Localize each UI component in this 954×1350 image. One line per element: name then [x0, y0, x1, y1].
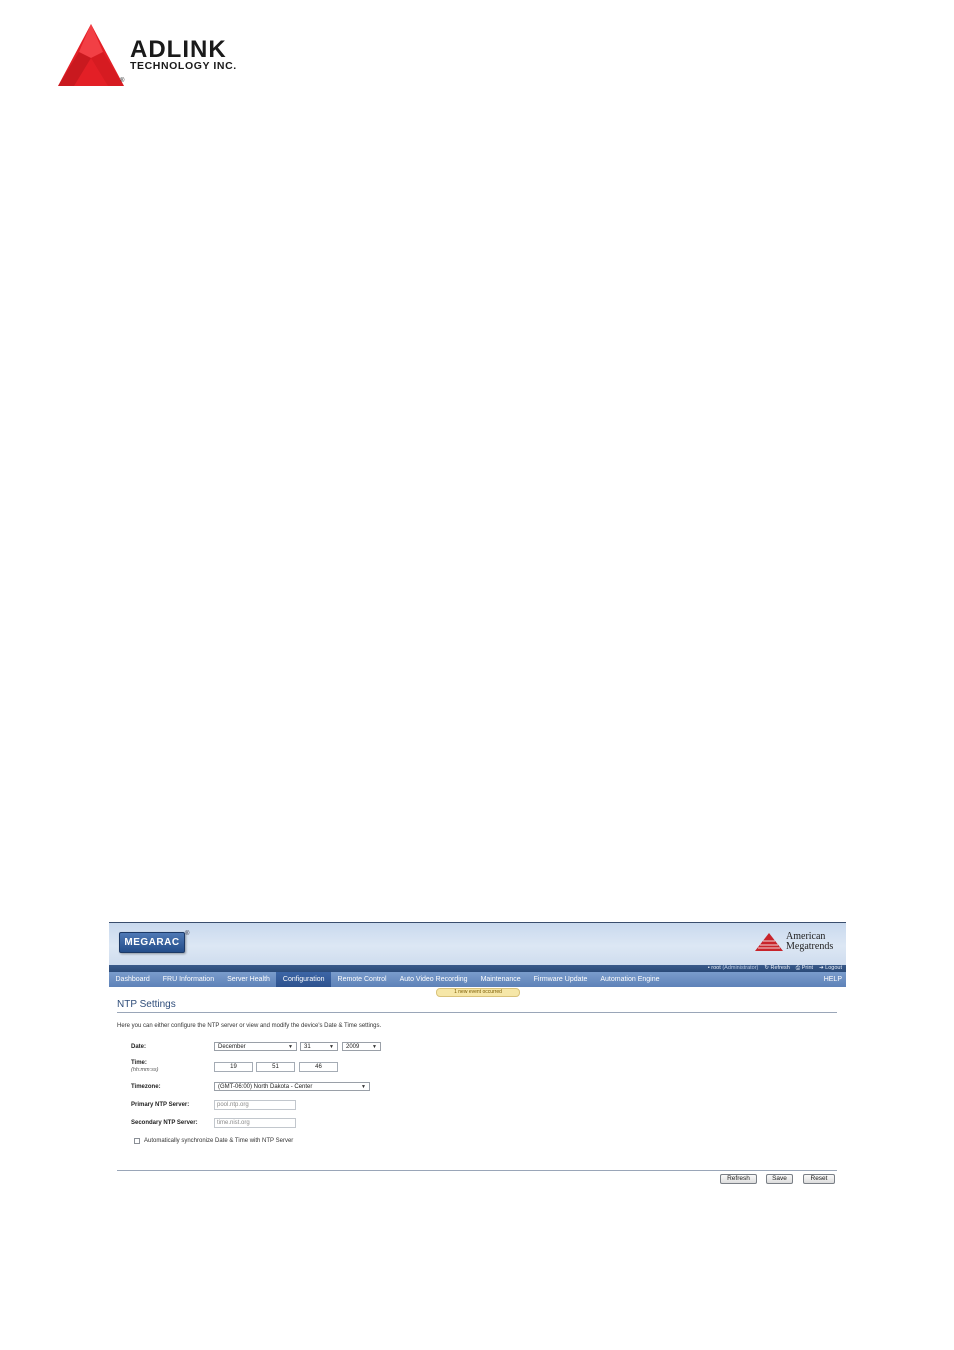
tab-auto-video-recording[interactable]: Auto Video Recording [393, 972, 474, 987]
tab-firmware-update[interactable]: Firmware Update [527, 972, 594, 987]
auto-sync-label: Automatically synchronize Date & Time wi… [144, 1138, 294, 1144]
year-select[interactable]: 2009 ▼ [342, 1042, 381, 1051]
month-select[interactable]: December ▼ [214, 1042, 297, 1051]
utility-bar: ▪ root (Administrator) ↻ Refresh ⎙ Print… [109, 965, 846, 972]
adlink-triangle-icon [58, 24, 124, 86]
save-button[interactable]: Save [766, 1174, 793, 1184]
reset-button[interactable]: Reset [803, 1174, 835, 1184]
megarac-registered-mark: ® [185, 931, 190, 937]
time-label: Time: [131, 1060, 147, 1066]
chevron-down-icon: ▼ [361, 1084, 366, 1090]
page-title: NTP Settings [117, 999, 176, 1010]
secondary-ntp-label: Secondary NTP Server: [131, 1120, 198, 1126]
logout-link[interactable]: ➜ Logout [819, 965, 842, 972]
chevron-down-icon: ▼ [372, 1044, 377, 1050]
tab-configuration[interactable]: Configuration [276, 972, 332, 987]
app-banner: MEGARAC ® American Megatrends [109, 923, 846, 965]
refresh-icon: ↻ [764, 965, 769, 971]
ami-triangle-icon [755, 933, 783, 951]
auto-sync-checkbox[interactable] [134, 1138, 140, 1144]
main-nav: Dashboard FRU Information Server Health … [109, 972, 846, 987]
chevron-down-icon: ▼ [329, 1044, 334, 1050]
user-role: (Administrator) [722, 965, 759, 971]
timezone-label: Timezone: [131, 1084, 161, 1090]
adlink-logo: ADLINK TECHNOLOGY INC. ® [58, 22, 278, 88]
primary-ntp-input[interactable]: pool.ntp.org [214, 1100, 296, 1110]
secondary-ntp-input[interactable]: time.nist.org [214, 1118, 296, 1128]
user-icon: ▪ [707, 965, 710, 971]
timezone-value: (GMT-06:00) North Dakota - Center [218, 1084, 313, 1090]
month-value: December [218, 1044, 246, 1050]
user-info: ▪ root (Administrator) [708, 965, 759, 972]
megarac-logo: MEGARAC [119, 932, 185, 953]
page-intro: Here you can either configure the NTP se… [117, 1023, 382, 1029]
refresh-link[interactable]: ↻ Refresh [764, 965, 789, 972]
help-link[interactable]: HELP [824, 972, 842, 987]
refresh-button[interactable]: Refresh [720, 1174, 757, 1184]
user-name: root [711, 965, 721, 971]
tab-server-health[interactable]: Server Health [221, 972, 277, 987]
date-label: Date: [131, 1044, 147, 1050]
tab-automation-engine[interactable]: Automation Engine [594, 972, 666, 987]
event-notification[interactable]: 1 new event occurred [436, 988, 520, 997]
day-value: 31 [304, 1044, 311, 1050]
year-value: 2009 [346, 1044, 360, 1050]
timezone-select[interactable]: (GMT-06:00) North Dakota - Center ▼ [214, 1082, 370, 1091]
hour-input[interactable]: 19 [214, 1062, 253, 1072]
time-format-hint: (hh:mm:ss) [131, 1067, 159, 1073]
chevron-down-icon: ▼ [288, 1044, 293, 1050]
brand-registered-mark: ® [120, 78, 125, 84]
tab-maintenance[interactable]: Maintenance [474, 972, 527, 987]
day-select[interactable]: 31 ▼ [300, 1042, 338, 1051]
ami-logo: American Megatrends [754, 932, 840, 954]
tab-remote-control[interactable]: Remote Control [331, 972, 393, 987]
bottom-divider [117, 1170, 837, 1171]
ami-name-line2: Megatrends [786, 941, 834, 952]
minute-input[interactable]: 51 [256, 1062, 295, 1072]
second-input[interactable]: 46 [299, 1062, 338, 1072]
primary-ntp-label: Primary NTP Server: [131, 1102, 190, 1108]
print-link[interactable]: ⎙ Print [796, 965, 813, 972]
title-divider [117, 1012, 837, 1013]
print-icon: ⎙ [795, 965, 801, 971]
tab-fru-information[interactable]: FRU Information [156, 972, 220, 987]
brand-subtitle: TECHNOLOGY INC. [130, 60, 237, 72]
megarac-screenshot: MEGARAC ® American Megatrends ▪ root (Ad… [109, 922, 846, 1191]
tab-dashboard[interactable]: Dashboard [109, 972, 156, 987]
logout-icon: ➜ [819, 965, 824, 971]
